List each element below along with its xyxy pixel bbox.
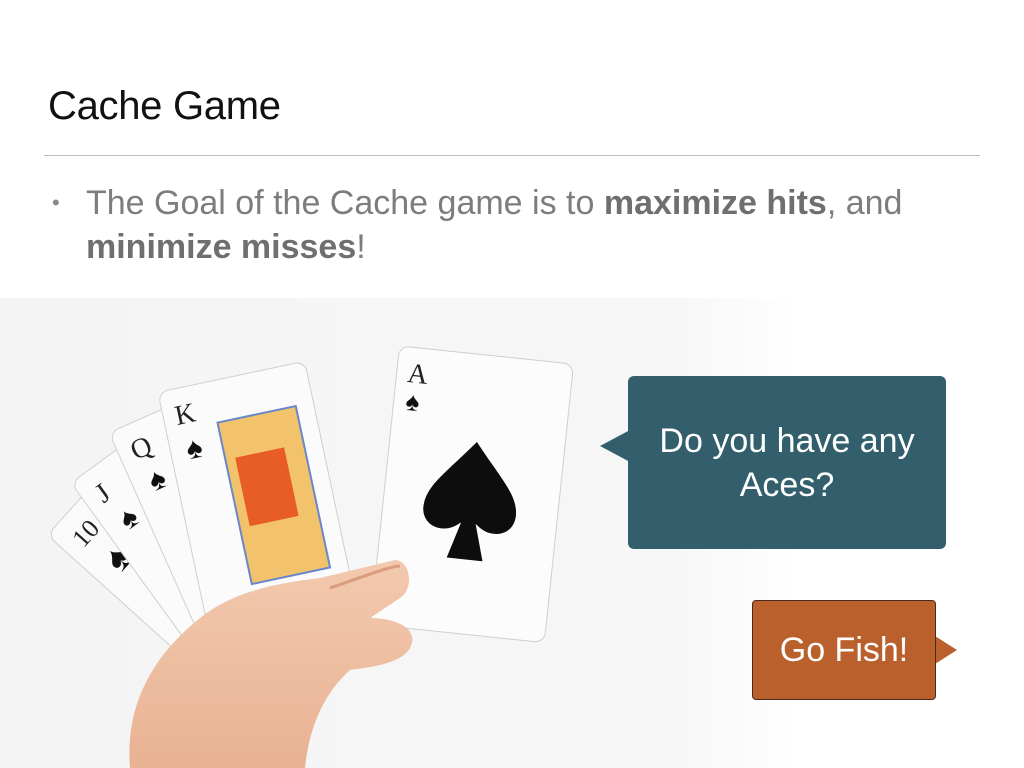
title-divider <box>44 155 980 156</box>
bullet-text-part-3: ! <box>356 228 366 266</box>
answer-text: Go Fish! <box>779 630 909 669</box>
bullet-marker: • <box>52 190 60 215</box>
bullet-text-part-1: The Goal of the Cache game is to <box>86 184 604 222</box>
card-ace: A ♠ <box>370 346 574 643</box>
bullet-bold-maximize-hits: maximize hits <box>603 184 827 222</box>
bullet-text: The Goal of the Cache game is to maximiz… <box>86 181 986 269</box>
question-bubble-tail <box>600 430 630 462</box>
answer-speech-bubble: Go Fish! <box>752 600 936 700</box>
bullet-text-part-2: , and <box>826 184 903 222</box>
bullet-bold-minimize-misses: minimize misses <box>86 228 357 266</box>
slide-title: Cache Game <box>48 84 281 128</box>
answer-bubble-tail <box>935 636 957 664</box>
question-speech-bubble: Do you have any Aces? <box>628 376 946 549</box>
question-text: Do you have any Aces? <box>659 421 915 504</box>
